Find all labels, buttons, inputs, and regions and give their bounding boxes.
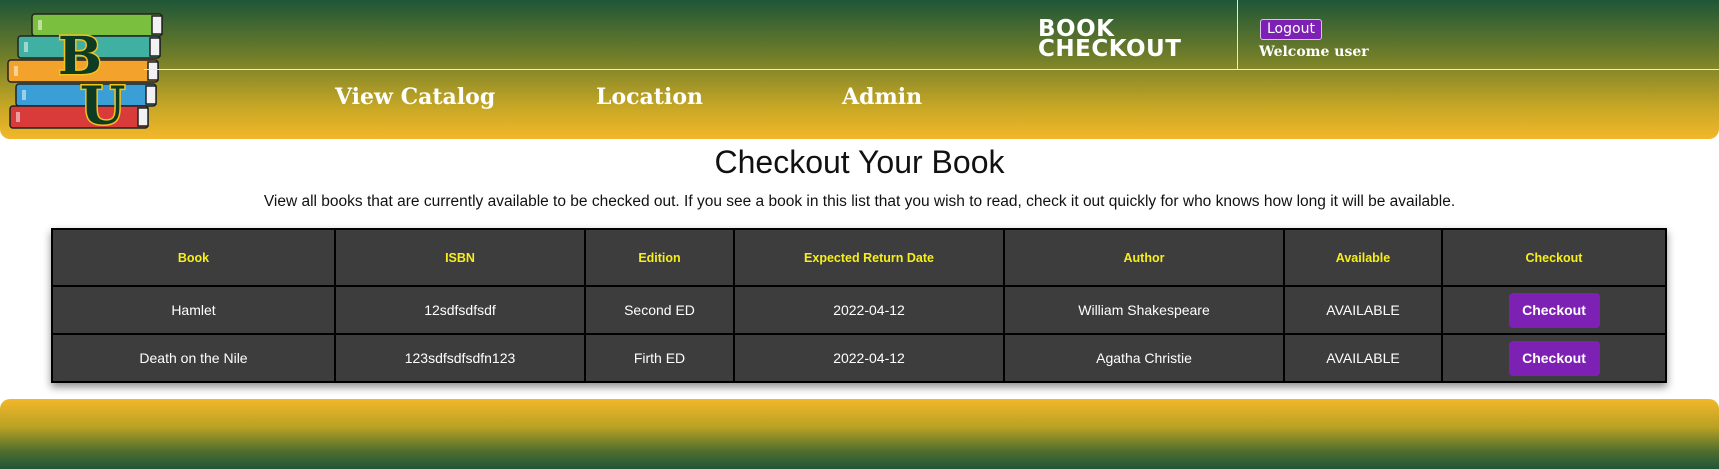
cell-book: Death on the Nile: [51, 333, 336, 383]
cell-author: William Shakespeare: [1003, 285, 1285, 335]
page-title: Checkout Your Book: [714, 144, 1005, 180]
cell-book: Hamlet: [51, 285, 336, 335]
table-row: Hamlet 12sdfsdfsdf Second ED 2022-04-12 …: [51, 285, 1667, 335]
nav-location[interactable]: Location: [596, 84, 703, 110]
cell-available: AVAILABLE: [1283, 285, 1443, 335]
brand-title-line2: CHECKOUT: [1038, 36, 1182, 62]
header-divider: [1237, 0, 1238, 69]
cell-checkout: Checkout: [1441, 333, 1667, 383]
column-header-checkout: Checkout: [1441, 228, 1667, 287]
site-footer: [0, 399, 1719, 469]
column-header-edition: Edition: [584, 228, 735, 287]
books-table: Book ISBN Edition Expected Return Date A…: [51, 228, 1667, 383]
bu-books-logo-icon[interactable]: B U: [4, 8, 172, 134]
column-header-isbn: ISBN: [334, 228, 586, 287]
cell-edition: Second ED: [584, 285, 735, 335]
site-header: B U BOOK CHECKOUT Logout Welcome user Vi…: [0, 0, 1719, 139]
page-description: View all books that are currently availa…: [263, 193, 1456, 210]
brand-title: BOOK CHECKOUT: [1038, 18, 1218, 62]
header-rule: [144, 69, 1719, 70]
cell-isbn: 123sdfsdfsdfn123: [334, 333, 586, 383]
column-header-available: Available: [1283, 228, 1443, 287]
cell-isbn: 12sdfsdfsdf: [334, 285, 586, 335]
cell-checkout: Checkout: [1441, 285, 1667, 335]
column-header-return-date: Expected Return Date: [733, 228, 1005, 287]
cell-edition: Firth ED: [584, 333, 735, 383]
cell-available: AVAILABLE: [1283, 333, 1443, 383]
table-header-row: Book ISBN Edition Expected Return Date A…: [51, 228, 1667, 287]
svg-text:U: U: [80, 76, 125, 134]
column-header-book: Book: [51, 228, 336, 287]
table-row: Death on the Nile 123sdfsdfsdfn123 Firth…: [51, 333, 1667, 383]
logout-button[interactable]: Logout: [1260, 19, 1322, 40]
nav-admin[interactable]: Admin: [842, 84, 922, 110]
welcome-text: Welcome user: [1259, 44, 1369, 60]
column-header-author: Author: [1003, 228, 1285, 287]
checkout-button[interactable]: Checkout: [1508, 292, 1600, 328]
nav-view-catalog[interactable]: View Catalog: [335, 84, 495, 110]
cell-return-date: 2022-04-12: [733, 333, 1005, 383]
cell-author: Agatha Christie: [1003, 333, 1285, 383]
checkout-button[interactable]: Checkout: [1508, 340, 1600, 376]
cell-return-date: 2022-04-12: [733, 285, 1005, 335]
